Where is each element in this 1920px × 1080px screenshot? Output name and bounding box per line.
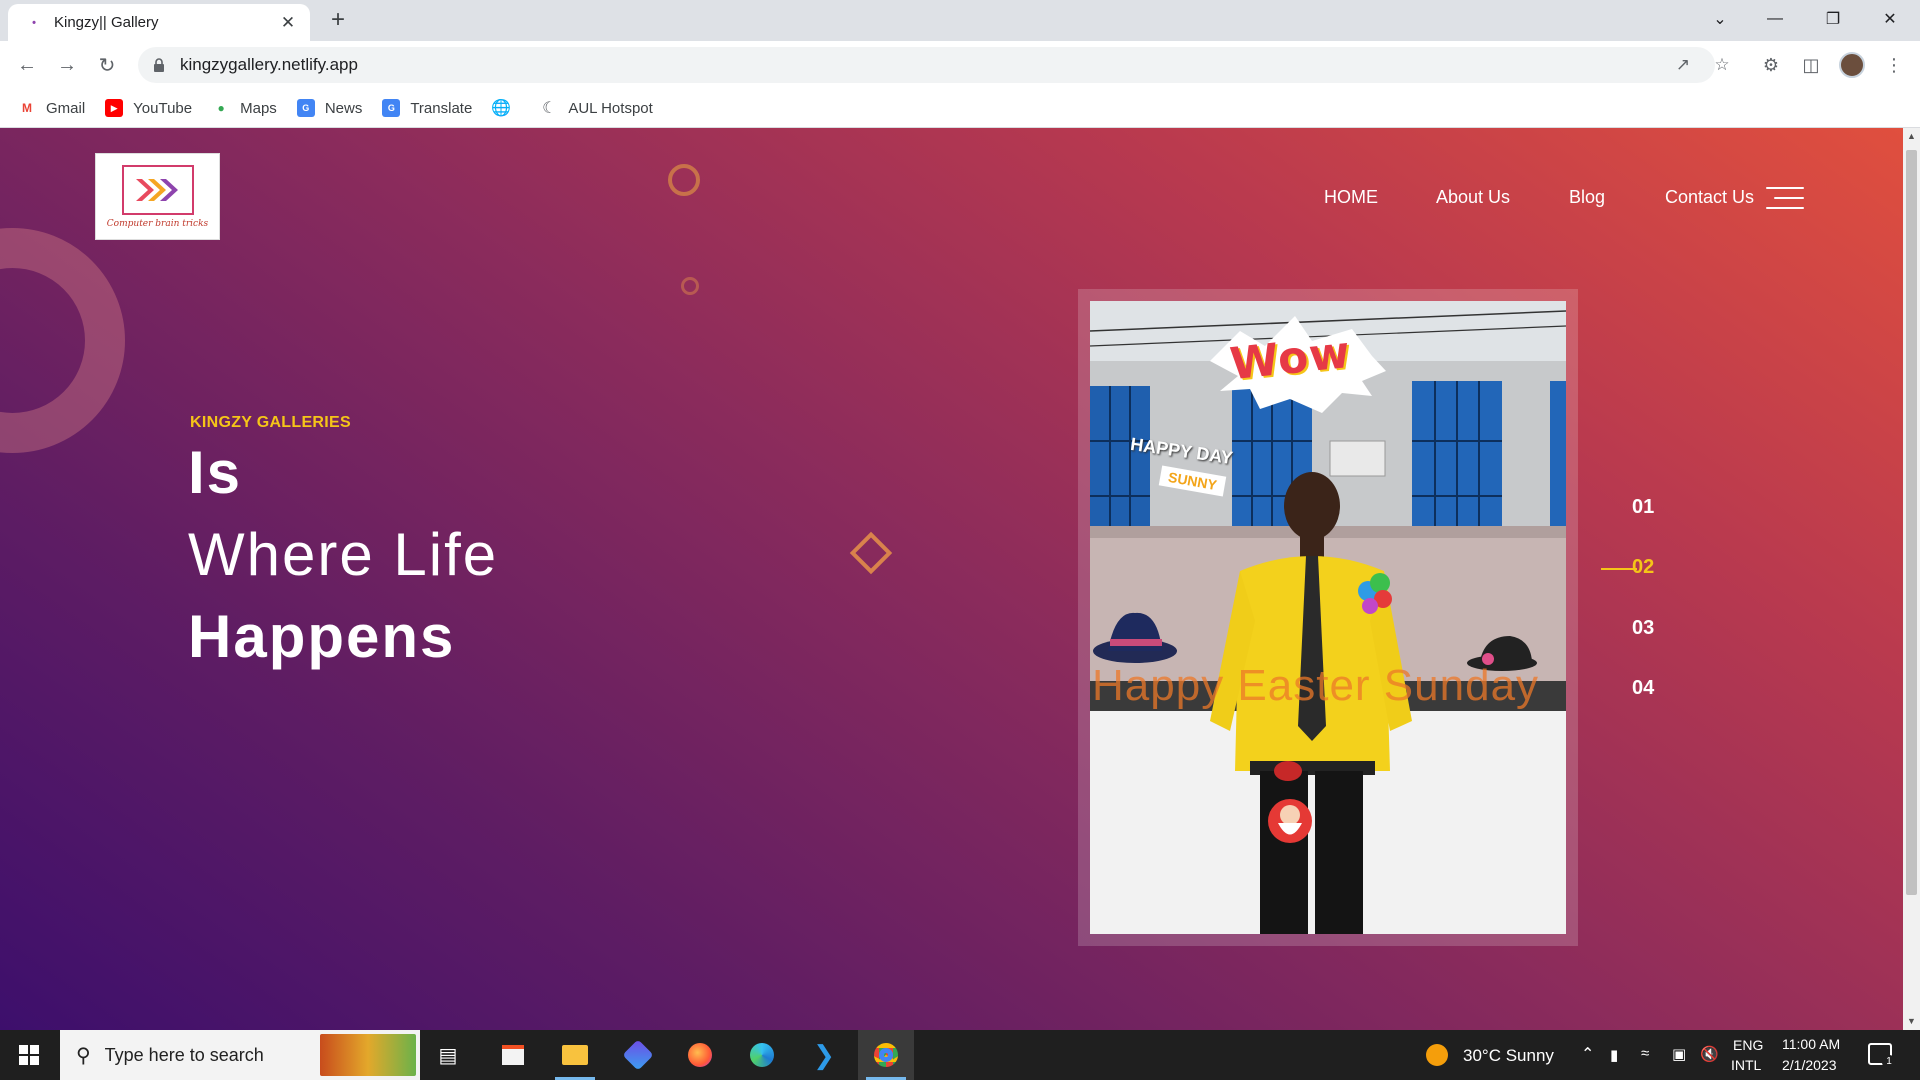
windows-logo-icon [19, 1045, 39, 1065]
nav-contact-us[interactable]: Contact Us [1665, 187, 1754, 208]
file-explorer-icon[interactable] [547, 1030, 603, 1080]
featured-photo-frame: Wow HAPPY DAY SUNNY Happy Easter Sunday [1078, 289, 1578, 946]
lock-icon [154, 58, 164, 72]
side-panel-icon[interactable]: ◫ [1797, 51, 1825, 79]
windows-taskbar: ⚲ Type here to search ▤ ❯ 30°C Sunny ⌃ ▮… [0, 1030, 1920, 1080]
search-icon: ⚲ [76, 1044, 91, 1067]
close-tab-icon[interactable]: ✕ [278, 13, 298, 33]
restore-button[interactable]: ❐ [1805, 0, 1861, 38]
scroll-up-arrow-icon[interactable]: ▲ [1903, 128, 1920, 145]
start-button[interactable] [0, 1030, 58, 1080]
featured-photo[interactable]: Wow HAPPY DAY SUNNY Happy Easter Sunday [1090, 301, 1566, 934]
language-eng[interactable]: ENG [1733, 1037, 1763, 1053]
scroll-down-arrow-icon[interactable]: ▼ [1903, 1013, 1920, 1030]
minimize-button[interactable]: — [1747, 0, 1803, 38]
scrollbar-thumb[interactable] [1906, 150, 1917, 895]
app-blue-hexagon-icon[interactable] [610, 1030, 666, 1080]
hero-line-3: Happens [188, 603, 456, 670]
globe-icon: 🌐 [491, 100, 512, 117]
url-text: kingzygallery.netlify.app [180, 55, 358, 74]
bookmark-translate[interactable]: G Translate [382, 99, 472, 117]
bookmark-aul-hotspot[interactable]: ☾ AUL Hotspot [540, 99, 653, 118]
hotspot-icon: ☾ [542, 100, 557, 117]
address-bar[interactable]: kingzygallery.netlify.app ↗ ☆ [138, 47, 1730, 83]
browser-toolbar: ← → ↻ kingzygallery.netlify.app ↗ ☆ ⚙ ◫ … [0, 41, 1920, 89]
hero-line-1: Is [188, 439, 243, 506]
edge-icon[interactable] [734, 1030, 790, 1080]
hamburger-menu-icon[interactable] [1766, 187, 1804, 209]
bookmark-youtube[interactable]: ▶ YouTube [105, 99, 192, 117]
clock-time[interactable]: 11:00 AM [1782, 1036, 1840, 1052]
news-icon: G [296, 99, 315, 117]
maps-icon: ● [217, 101, 225, 115]
show-hidden-icons-chevron-icon[interactable]: ⌃ [1581, 1044, 1594, 1064]
logo-arrows-icon [135, 178, 178, 201]
vscode-icon[interactable]: ❯ [796, 1030, 852, 1080]
search-highlight-image [320, 1034, 416, 1076]
site-favicon-icon: • [32, 16, 36, 29]
decorative-large-ring [0, 228, 125, 453]
tab-search-chevron-icon[interactable]: ⌄ [1692, 0, 1748, 38]
tab-strip: • Kingzy|| Gallery ✕ + ⌄ — ❐ ✕ [0, 0, 1920, 41]
bookmark-globe[interactable]: 🌐 [491, 99, 520, 117]
nav-home[interactable]: HOME [1324, 187, 1378, 208]
taskbar-search-box[interactable]: ⚲ Type here to search [60, 1030, 420, 1080]
bookmarks-bar: M Gmail ▶ YouTube ● Maps G News G Translate 🌐… [0, 89, 1920, 128]
chrome-icon[interactable] [858, 1030, 914, 1080]
task-view-icon[interactable]: ▤ [420, 1030, 476, 1080]
battery-icon[interactable]: ▮ [1610, 1046, 1618, 1064]
reload-icon[interactable]: ↻ [93, 51, 121, 79]
back-arrow-icon[interactable]: ← [13, 51, 41, 79]
bookmark-maps[interactable]: ● Maps [212, 99, 277, 117]
share-icon[interactable]: ↗ [1667, 47, 1699, 83]
notification-count: 1 [1882, 1055, 1896, 1069]
forward-arrow-icon[interactable]: → [53, 51, 81, 79]
easter-photo-illustration [1090, 301, 1566, 934]
notification-center-icon[interactable]: 1 [1868, 1043, 1896, 1069]
language-intl[interactable]: INTL [1731, 1057, 1761, 1073]
search-placeholder: Type here to search [104, 1044, 264, 1065]
slide-indicator-03[interactable]: 03 [1632, 617, 1654, 640]
slide-indicator-04[interactable]: 04 [1632, 677, 1654, 700]
logo-emblem [121, 164, 194, 215]
hero-line-2: Where Life [188, 521, 499, 588]
translate-icon: G [382, 99, 401, 117]
wifi-icon[interactable]: ≈ [1641, 1045, 1649, 1062]
page-scrollbar[interactable]: ▲ ▼ [1903, 128, 1920, 1030]
hero-subtitle: KINGZY GALLERIES [190, 414, 351, 431]
firefox-icon[interactable] [672, 1030, 728, 1080]
volume-muted-icon[interactable]: 🔇 [1700, 1045, 1719, 1063]
gmail-icon: M [22, 101, 32, 115]
weather-text[interactable]: 30°C Sunny [1463, 1046, 1554, 1066]
browser-menu-icon[interactable]: ⋮ [1880, 51, 1908, 79]
nav-about-us[interactable]: About Us [1436, 187, 1510, 208]
network-icon[interactable]: ▣ [1672, 1045, 1686, 1063]
bookmark-news[interactable]: G News [296, 99, 362, 117]
decorative-diamond [849, 531, 893, 575]
nav-blog[interactable]: Blog [1569, 187, 1605, 208]
weather-icon[interactable] [1426, 1044, 1448, 1066]
close-window-button[interactable]: ✕ [1862, 0, 1918, 38]
decorative-tiny-ring [681, 277, 699, 295]
clock-date[interactable]: 2/1/2023 [1782, 1057, 1837, 1073]
bookmark-star-icon[interactable]: ☆ [1706, 47, 1738, 83]
bookmark-gmail[interactable]: M Gmail [18, 99, 85, 117]
slide-indicator-02[interactable]: 02 [1632, 556, 1654, 579]
photo-caption: Happy Easter Sunday [1092, 661, 1540, 710]
new-tab-button[interactable]: + [324, 6, 352, 34]
tab-title: Kingzy|| Gallery [54, 14, 159, 31]
gallery-page: Computer brain tricks HOME About Us Blog… [0, 128, 1903, 1030]
microsoft-store-icon[interactable] [485, 1030, 541, 1080]
slide-indicator-01[interactable]: 01 [1632, 496, 1654, 519]
decorative-small-ring [668, 164, 700, 196]
site-logo[interactable]: Computer brain tricks [95, 153, 220, 240]
youtube-icon: ▶ [105, 99, 124, 117]
browser-tab[interactable]: • Kingzy|| Gallery ✕ [8, 4, 310, 41]
extensions-puzzle-icon[interactable]: ⚙ [1757, 51, 1785, 79]
profile-avatar[interactable] [1838, 51, 1866, 79]
logo-text: Computer brain tricks [106, 218, 209, 229]
